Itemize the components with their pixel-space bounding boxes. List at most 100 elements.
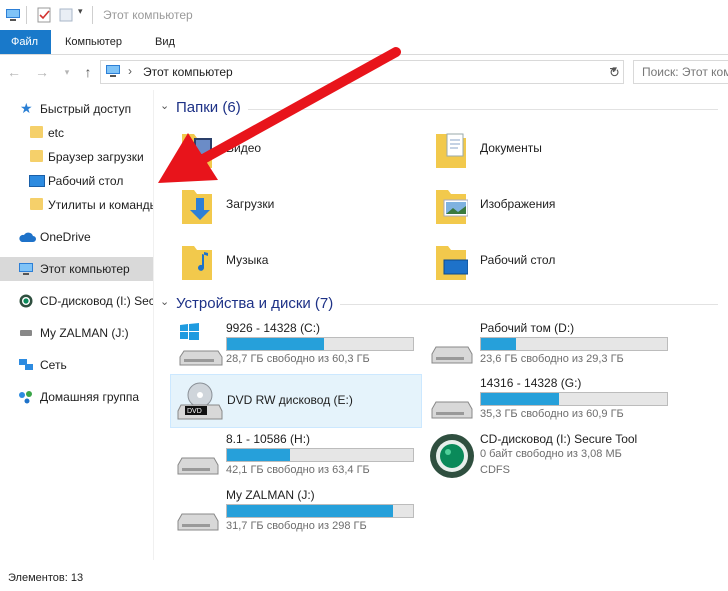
hdd-icon [177, 457, 219, 475]
divider [26, 6, 27, 24]
breadcrumb-separator[interactable]: › [128, 64, 132, 78]
drive-name: 9926 - 14328 (C:) [226, 321, 321, 335]
recent-locations-icon[interactable]: ▾ [59, 64, 75, 80]
divider [92, 6, 93, 24]
pane-divider [153, 90, 154, 560]
collapse-drives-icon[interactable]: ⌄ [160, 295, 169, 308]
nav-item-homegroup[interactable]: Домашняя группа [0, 385, 153, 409]
usb-drive-icon [20, 330, 32, 336]
drive-free-space: 23,6 ГБ свободно из 29,3 ГБ [480, 353, 624, 365]
nav-item-network[interactable]: Сеть [0, 353, 153, 377]
ribbon-tabs: Файл Компьютер Вид [0, 30, 728, 55]
folder-icon [30, 198, 43, 210]
folder-icon [30, 126, 43, 138]
drive-usage-bar [226, 337, 414, 351]
folder-item-desktop[interactable]: Рабочий стол [424, 236, 674, 286]
refresh-icon[interactable]: ↻ [609, 65, 620, 81]
drives-group-header[interactable]: Устройства и диски (7) [176, 295, 333, 312]
nav-item-label: Сеть [40, 358, 67, 372]
nav-item-onedrive[interactable]: OneDrive [0, 225, 153, 249]
drive-item-e[interactable]: DVD DVD RW дисковод (E:) [170, 374, 422, 428]
nav-item-label: etc [48, 126, 65, 140]
folder-item-pictures[interactable]: Изображения [424, 180, 674, 230]
network-icon [19, 359, 33, 370]
drive-filesystem: CDFS [480, 464, 510, 476]
drive-item-c[interactable]: 9926 - 14328 (C:) 28,7 ГБ свободно из 60… [170, 321, 420, 377]
svg-text:DVD: DVD [187, 408, 202, 415]
cd-secure-icon [430, 434, 474, 478]
breadcrumb-this-pc[interactable]: Этот компьютер [143, 65, 233, 79]
nav-item-this-pc[interactable]: Этот компьютер [0, 257, 153, 281]
cd-icon [19, 294, 33, 308]
folder-label: Видео [226, 141, 262, 155]
nav-item-utilities[interactable]: Утилиты и команды [0, 193, 153, 217]
tab-file[interactable]: Файл [0, 30, 51, 54]
drive-usage-fill [481, 338, 517, 350]
drive-item-j[interactable]: My ZALMAN (J:) 31,7 ГБ свободно из 298 Г… [170, 488, 420, 544]
new-folder-icon[interactable] [58, 7, 74, 23]
nav-item-desktop[interactable]: Рабочий стол [0, 169, 153, 193]
drive-usage-bar [226, 448, 414, 462]
windows-drive-icon [179, 323, 223, 366]
search-placeholder: Поиск: Этот ком [642, 65, 728, 79]
folder-label: Загрузки [226, 197, 275, 211]
address-bar[interactable]: › Этот компьютер ▾ [100, 60, 624, 84]
tab-computer[interactable]: Компьютер [54, 30, 133, 54]
drive-name: Рабочий том (D:) [480, 321, 575, 335]
folder-label: Музыка [226, 253, 269, 267]
dvd-drive-icon: DVD [177, 382, 223, 420]
drive-free-space: 31,7 ГБ свободно из 298 ГБ [226, 520, 367, 532]
folder-item-video[interactable]: Видео [170, 124, 420, 174]
collapse-folders-icon[interactable]: ⌄ [160, 99, 169, 112]
drive-usage-bar [480, 337, 668, 351]
nav-item-label: Быстрый доступ [40, 102, 132, 116]
nav-item-quick-access[interactable]: ★ Быстрый доступ [0, 97, 153, 121]
nav-item-my-zalman[interactable]: My ZALMAN (J:) [0, 321, 153, 345]
folder-label: Изображения [480, 197, 556, 211]
folder-item-documents[interactable]: Документы [424, 124, 674, 174]
cloud-icon [19, 232, 36, 242]
homegroup-icon [19, 391, 32, 404]
back-arrow-icon[interactable]: ← [6, 64, 22, 80]
navigation-pane: ★ Быстрый доступ etc Браузер загрузки Ра… [0, 90, 153, 560]
nav-item-etc[interactable]: etc [0, 121, 153, 145]
folders-group-header[interactable]: Папки (6) [176, 99, 241, 116]
window-title: Этот компьютер [103, 8, 193, 22]
pictures-folder-icon [436, 190, 468, 224]
drive-item-g[interactable]: 14316 - 14328 (G:) 35,3 ГБ свободно из 6… [424, 376, 674, 432]
nav-item-label: Этот компьютер [40, 262, 130, 276]
folder-label: Документы [480, 141, 542, 155]
folder-item-music[interactable]: Музыка [170, 236, 420, 286]
address-row: ← → ▾ ↑ › Этот компьютер ▾ ↻ Поиск: Этот… [0, 55, 728, 89]
drive-usage-bar [226, 504, 414, 518]
drive-free-space: 35,3 ГБ свободно из 60,9 ГБ [480, 408, 624, 420]
drive-usage-fill [227, 449, 291, 461]
drive-item-h[interactable]: 8.1 - 10586 (H:) 42,1 ГБ свободно из 63,… [170, 432, 420, 488]
drive-name: My ZALMAN (J:) [226, 488, 315, 502]
nav-item-label: OneDrive [40, 230, 91, 244]
drive-free-space: 0 байт свободно из 3,08 МБ [480, 448, 622, 460]
computer-icon [19, 263, 33, 275]
nav-item-label: Домашняя группа [40, 390, 140, 404]
up-arrow-icon[interactable]: ↑ [80, 64, 96, 80]
computer-icon [106, 65, 120, 77]
nav-item-browser-downloads[interactable]: Браузер загрузки [0, 145, 153, 169]
nav-item-cd-drive[interactable]: CD-дисковод (I:) Secure Tool [0, 289, 153, 313]
desktop-icon [29, 175, 45, 187]
hdd-icon [431, 346, 473, 364]
drive-item-d[interactable]: Рабочий том (D:) 23,6 ГБ свободно из 29,… [424, 321, 674, 377]
properties-icon[interactable] [36, 7, 52, 23]
search-input[interactable]: Поиск: Этот ком [633, 60, 728, 84]
group-divider [248, 109, 718, 110]
drive-item-i[interactable]: CD-дисковод (I:) Secure Tool 0 байт своб… [424, 432, 674, 488]
folder-label: Рабочий стол [480, 253, 556, 267]
folder-icon [30, 150, 43, 162]
drive-name: CD-дисковод (I:) Secure Tool [480, 432, 638, 446]
star-icon: ★ [20, 100, 33, 116]
forward-arrow-icon[interactable]: → [34, 64, 50, 80]
hdd-icon [177, 513, 219, 531]
hdd-icon [431, 401, 473, 419]
desktop-folder-icon [436, 246, 468, 280]
folder-item-downloads[interactable]: Загрузки [170, 180, 420, 230]
tab-view[interactable]: Вид [144, 30, 186, 54]
